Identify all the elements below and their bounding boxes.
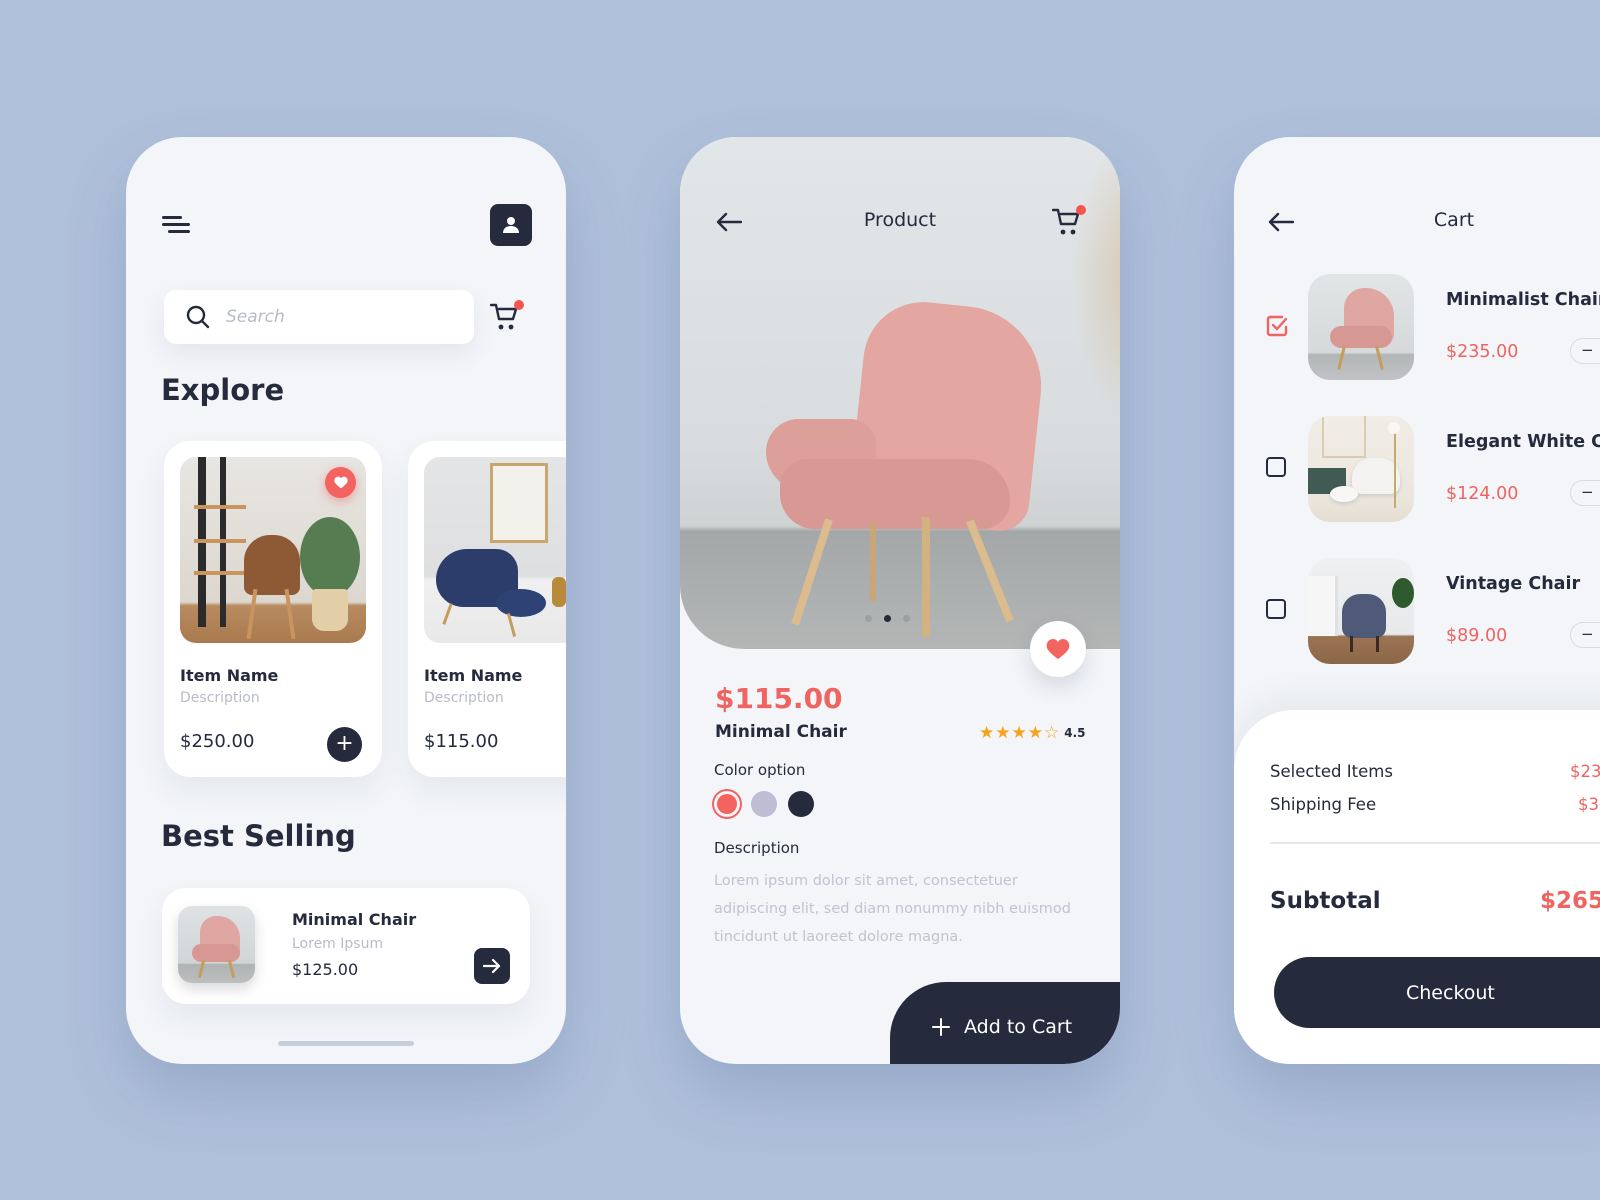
arrow-right-icon (483, 958, 501, 974)
decrease-quantity-button[interactable]: − (1581, 341, 1594, 359)
screen-title: Cart (1433, 209, 1475, 231)
cart-item-image (1308, 416, 1414, 522)
home-indicator (278, 1041, 414, 1046)
color-swatch-coral[interactable] (717, 794, 737, 814)
product-thumbnail (178, 906, 255, 983)
product-description: Description (180, 690, 260, 706)
description-text: Lorem ipsum dolor sit amet, consectetuer… (714, 873, 1071, 945)
favorite-toggle[interactable] (325, 467, 356, 498)
carousel-dot[interactable] (865, 615, 872, 622)
quantity-stepper[interactable]: − (1570, 480, 1600, 506)
product-nav-bar: Product (680, 205, 1120, 239)
product-hero-image: Product (680, 137, 1120, 649)
subtotal-row: Subtotal $265 (1270, 888, 1600, 914)
shipping-fee-value: $3 (1578, 795, 1599, 814)
item-checkbox[interactable] (1266, 599, 1286, 619)
cart-item-name: Vintage Chair (1446, 574, 1581, 594)
view-product-button[interactable] (474, 948, 510, 984)
cart-item: Elegant White Ch $124.00 − (1234, 416, 1600, 522)
product-card[interactable]: Item Name Description $115.00 (408, 441, 566, 777)
carousel-dot[interactable] (903, 615, 910, 622)
product-name: Minimal Chair (715, 722, 847, 742)
summary-divider (1270, 842, 1600, 844)
star-filled-icon: ★ (995, 723, 1011, 743)
heart-icon (333, 476, 348, 489)
image-carousel-dots (865, 615, 910, 622)
cart-button[interactable] (489, 300, 524, 332)
quantity-stepper[interactable]: − (1570, 622, 1600, 648)
product-name: Item Name (424, 666, 523, 685)
product-price: $115.00 (424, 731, 499, 752)
cart-badge (514, 300, 524, 310)
star-outline-icon: ☆ (1044, 723, 1060, 743)
color-swatches (714, 791, 814, 817)
checkout-button[interactable]: Checkout (1274, 957, 1600, 1028)
menu-icon[interactable] (162, 213, 192, 235)
cart-item-image (1308, 274, 1414, 380)
shipping-fee-row: Shipping Fee $3 (1270, 795, 1600, 814)
selected-items-row: Selected Items $23 (1270, 762, 1600, 781)
item-checkbox[interactable] (1266, 457, 1286, 477)
order-summary: Selected Items $23 Shipping Fee $3 Subto… (1234, 710, 1600, 1064)
star-filled-icon: ★ (1011, 723, 1027, 743)
product-price: $125.00 (292, 960, 359, 979)
add-to-cart-button[interactable]: Add to Cart (890, 982, 1120, 1064)
user-icon (503, 217, 519, 233)
product-rating: ★ ★ ★ ★ ☆ 4.5 (979, 724, 1086, 742)
add-to-cart-button[interactable]: + (327, 727, 362, 762)
star-filled-icon: ★ (1027, 723, 1043, 743)
search-input[interactable] (226, 307, 446, 327)
profile-button[interactable] (490, 204, 532, 246)
decrease-quantity-button[interactable]: − (1581, 625, 1594, 643)
quantity-stepper[interactable]: − (1570, 338, 1600, 364)
cart-item-price: $89.00 (1446, 626, 1508, 646)
cart-item: Vintage Chair $89.00 − (1234, 558, 1600, 664)
cart-item: Minimalist Chair $235.00 − (1234, 274, 1600, 380)
product-name: Item Name (180, 666, 279, 685)
carousel-dot-active[interactable] (884, 615, 891, 622)
product-screen: Product $115.00 Minimal Chair ★ ★ ★ ★ ☆ … (680, 137, 1120, 1064)
subtotal-value: $265 (1540, 888, 1600, 914)
plus-icon (932, 1018, 950, 1036)
product-description: Description (424, 690, 504, 706)
checkbox-checked-icon (1266, 315, 1288, 337)
color-swatch-navy[interactable] (788, 791, 814, 817)
favorite-button[interactable] (1030, 621, 1086, 677)
cart-badge (1076, 205, 1086, 215)
cart-item-price: $124.00 (1446, 484, 1519, 504)
cart-item-image (1308, 558, 1414, 664)
rating-value: 4.5 (1064, 726, 1086, 740)
product-price: $115.00 (715, 682, 843, 715)
product-name: Minimal Chair (292, 910, 417, 929)
best-selling-title: Best Selling (161, 819, 356, 853)
subtotal-label: Subtotal (1270, 888, 1381, 914)
heart-icon (1046, 639, 1070, 659)
cart-item-price: $235.00 (1446, 342, 1519, 362)
star-filled-icon: ★ (979, 723, 995, 743)
best-selling-item[interactable]: Minimal Chair Lorem Ipsum $125.00 (162, 888, 530, 1004)
cart-item-name: Minimalist Chair (1446, 290, 1600, 310)
cart-screen: Cart Minimalist Chair $235.00 − Elegant … (1234, 137, 1600, 1064)
product-image (180, 457, 366, 643)
description-label: Description (714, 839, 800, 857)
cart-item-name: Elegant White Ch (1446, 432, 1600, 452)
product-image (424, 457, 566, 643)
item-checkbox-checked[interactable] (1266, 315, 1288, 337)
product-subtitle: Lorem Ipsum (292, 936, 384, 952)
shipping-fee-label: Shipping Fee (1270, 795, 1377, 814)
explore-screen: Explore Item Name Description $250.00 + (126, 137, 566, 1064)
color-option-label: Color option (714, 761, 806, 779)
search-icon (186, 305, 210, 329)
color-swatch-lavender[interactable] (751, 791, 777, 817)
product-card[interactable]: Item Name Description $250.00 + (164, 441, 382, 777)
explore-title: Explore (161, 373, 285, 407)
selected-items-value: $23 (1570, 762, 1600, 781)
selected-items-label: Selected Items (1270, 762, 1393, 781)
add-to-cart-label: Add to Cart (964, 1016, 1073, 1038)
cart-button[interactable] (1051, 205, 1086, 237)
decrease-quantity-button[interactable]: − (1581, 483, 1594, 501)
search-bar[interactable] (164, 290, 474, 344)
product-price: $250.00 (180, 731, 255, 752)
